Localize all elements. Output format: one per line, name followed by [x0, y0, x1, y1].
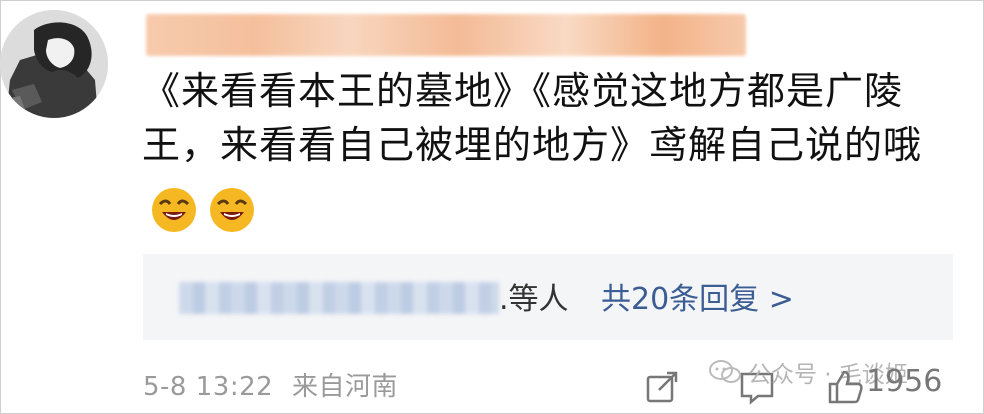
comment-meta: 5-8 13:22 来自河南	[143, 366, 398, 403]
like-icon[interactable]	[826, 368, 864, 406]
timestamp: 5-8 13:22	[143, 372, 274, 402]
laughing-emoji-icon	[152, 188, 196, 232]
username-blurred[interactable]	[146, 14, 746, 56]
emoji-row	[150, 186, 256, 234]
view-replies-link[interactable]: 共20条回复 >	[601, 274, 794, 318]
avatar[interactable]	[0, 10, 108, 118]
wechat-icon	[709, 360, 741, 383]
reply-suffix-label: .等人	[499, 282, 569, 317]
like-count: 1956	[866, 364, 943, 399]
comment-text: 《来看看本王的墓地》《感觉这地方都是广陵王，来看看自己被埋的地方》鸢解自己说的哦	[142, 69, 923, 167]
laughing-emoji-icon	[210, 188, 254, 232]
share-icon[interactable]	[643, 368, 681, 406]
reply-preview-box[interactable]: .等人 共20条回复 >	[143, 254, 953, 340]
comment-card	[0, 0, 984, 414]
location: 来自河南	[291, 372, 398, 402]
reply-users-blurred	[179, 282, 499, 314]
